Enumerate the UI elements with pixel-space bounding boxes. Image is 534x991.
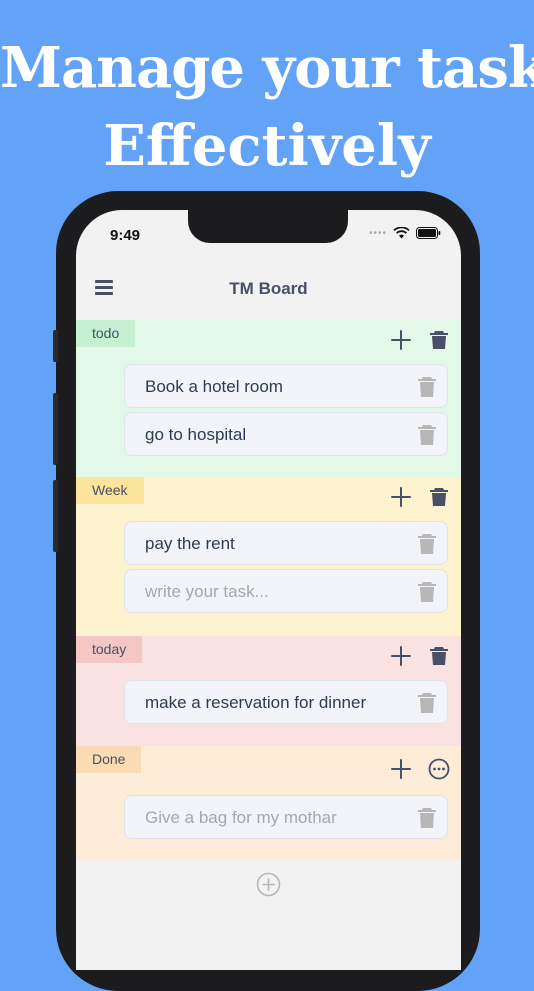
task-card[interactable]: Give a bag for my mothar (124, 795, 448, 839)
trash-icon[interactable] (417, 533, 437, 555)
trash-icon[interactable] (417, 807, 437, 829)
section-actions (389, 485, 451, 509)
page-title: TM Board (229, 279, 308, 298)
task-text[interactable]: go to hospital (145, 425, 246, 445)
status-time: 9:49 (110, 227, 141, 244)
section-label: Done (76, 746, 142, 773)
trash-icon[interactable] (427, 485, 451, 509)
trash-icon[interactable] (427, 328, 451, 352)
phone-volume-up (53, 393, 58, 465)
trash-icon[interactable] (417, 424, 437, 446)
section-actions (389, 644, 451, 668)
cellular-signal-icon: •••• (368, 227, 387, 239)
trash-icon[interactable] (417, 692, 437, 714)
phone-notch (188, 210, 348, 243)
board-sections: todo Book a hotel room go to hospital We… (76, 320, 461, 860)
section-actions (389, 328, 451, 352)
battery-icon (416, 227, 441, 239)
phone-silent-switch (53, 330, 58, 362)
plus-icon[interactable] (389, 644, 413, 668)
nav-bar: TM Board (76, 258, 461, 320)
plus-icon[interactable] (389, 485, 413, 509)
task-card[interactable]: go to hospital (124, 412, 448, 456)
trash-icon[interactable] (417, 581, 437, 603)
status-icons: •••• (369, 227, 441, 239)
phone-volume-down (53, 480, 58, 552)
app-screen: 9:49 •••• TM Board todo Book a hotel roo… (76, 210, 461, 970)
task-text[interactable]: pay the rent (145, 534, 235, 554)
trash-icon[interactable] (427, 644, 451, 668)
section-actions (389, 757, 451, 781)
section-todo: todo Book a hotel room go to hospital (76, 320, 461, 477)
task-card[interactable]: Book a hotel room (124, 364, 448, 408)
section-label: Week (76, 477, 144, 504)
plus-icon[interactable] (389, 328, 413, 352)
section-today: today make a reservation for dinner (76, 636, 461, 746)
promo-headline-line1: Manage your task (0, 35, 534, 101)
plus-circle-icon[interactable] (256, 872, 281, 897)
section-week: Week pay the rent write your task... (76, 477, 461, 636)
task-card[interactable]: pay the rent (124, 521, 448, 565)
task-text[interactable]: make a reservation for dinner (145, 693, 366, 713)
task-card[interactable]: make a reservation for dinner (124, 680, 448, 724)
task-text[interactable]: Give a bag for my mothar (145, 808, 337, 828)
new-task-input[interactable]: write your task... (124, 569, 448, 613)
wifi-icon (393, 227, 410, 239)
section-label: today (76, 636, 143, 663)
section-done: Done Give a bag for my mothar (76, 746, 461, 860)
plus-icon[interactable] (389, 757, 413, 781)
section-label: todo (76, 320, 136, 347)
task-input-placeholder[interactable]: write your task... (145, 582, 269, 602)
more-icon[interactable] (427, 757, 451, 781)
promo-headline-line2: Effectively (103, 113, 431, 179)
task-text[interactable]: Book a hotel room (145, 377, 283, 397)
hamburger-menu-icon[interactable] (95, 280, 113, 296)
trash-icon[interactable] (417, 376, 437, 398)
